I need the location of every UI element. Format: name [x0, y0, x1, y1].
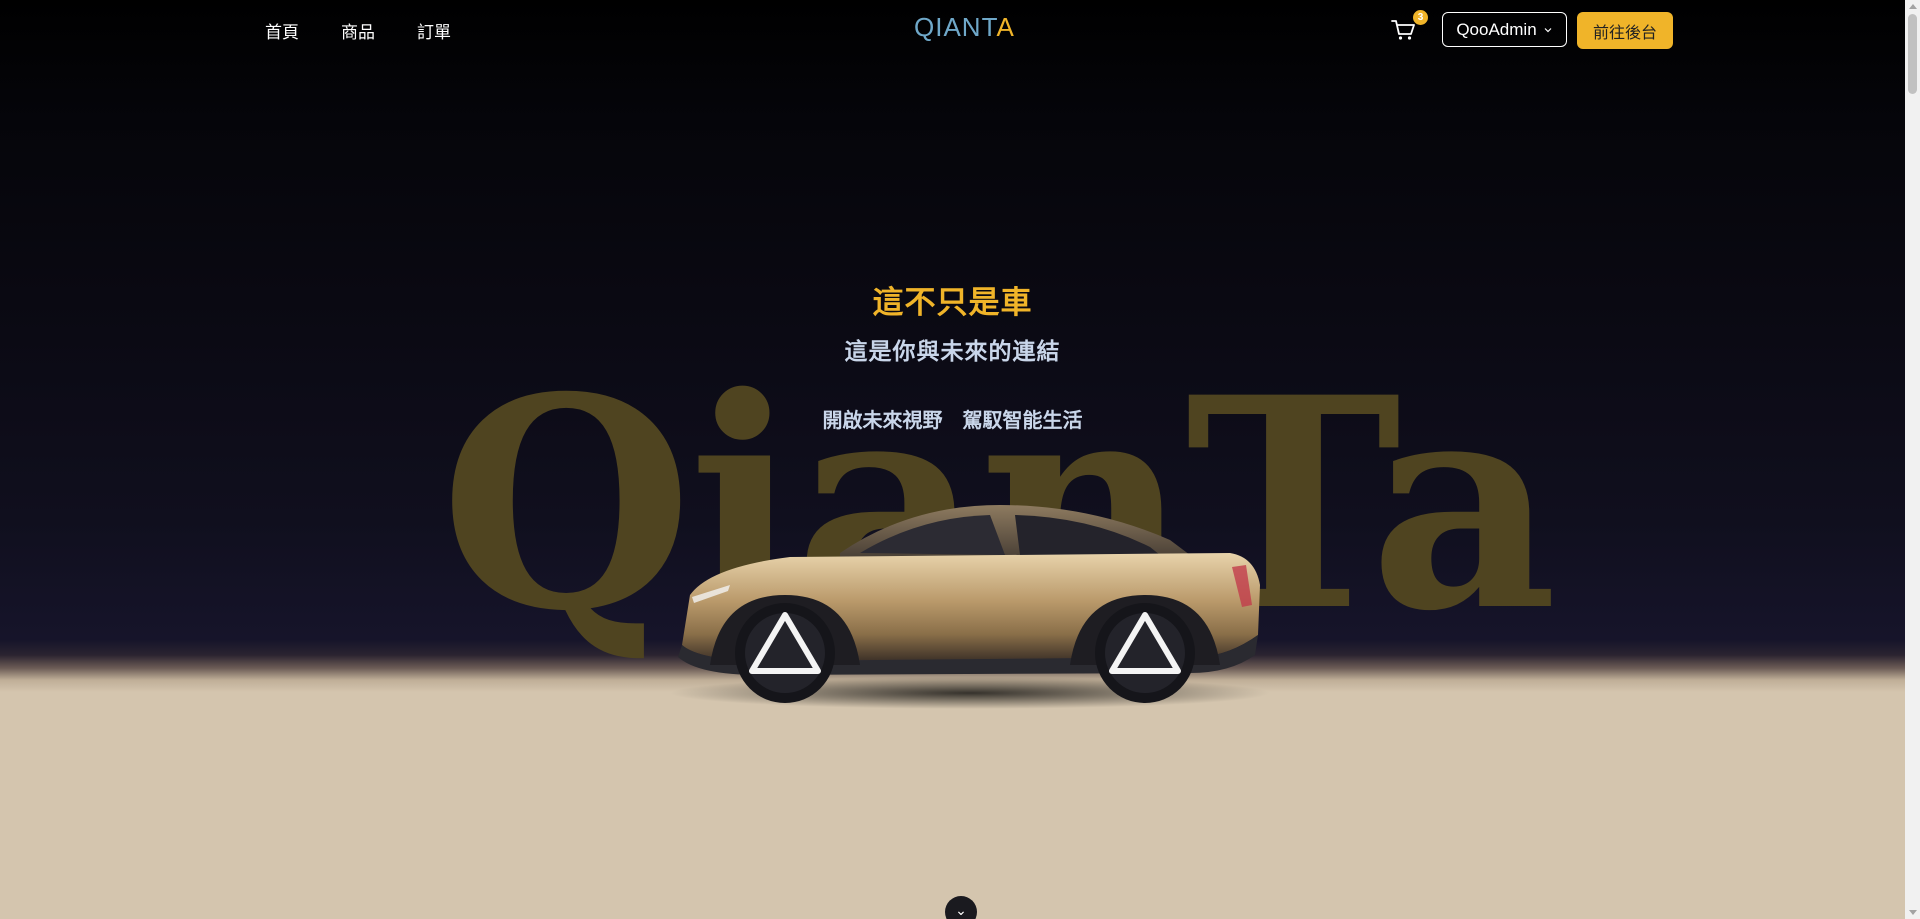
- scroll-down-button[interactable]: ⌄: [945, 896, 977, 919]
- hero-tagline: 開啟未來視野 駕馭智能生活: [822, 410, 1083, 432]
- page-scrollbar[interactable]: [1905, 0, 1920, 919]
- brand-logo-main: QIANT: [914, 12, 997, 42]
- chevron-down-icon: ⌄: [955, 902, 967, 918]
- brand-logo[interactable]: QIANTA: [914, 12, 1015, 43]
- nav-link-orders[interactable]: 訂單: [417, 18, 451, 43]
- hero-subheadline: 這是你與未來的連結: [844, 338, 1061, 364]
- nav-link-home[interactable]: 首頁: [265, 18, 299, 43]
- hero-section: QianTa 這不只是車 這是你與未來的連結 開啟未來視野 駕馭智能生活 首頁 …: [0, 0, 1905, 919]
- go-to-admin-button[interactable]: 前往後台: [1577, 12, 1673, 49]
- user-menu-label: QooAdmin: [1456, 19, 1537, 39]
- user-menu-dropdown[interactable]: QooAdmin: [1442, 12, 1567, 47]
- chevron-down-icon: [1544, 27, 1552, 32]
- hero-headline: 這不只是車: [872, 285, 1033, 320]
- brand-logo-accent: A: [996, 12, 1015, 42]
- navbar: 首頁 商品 訂單 QIANTA 3 QooAdmin 前往後台: [0, 0, 1905, 60]
- scroll-up-arrow-icon[interactable]: [1909, 4, 1917, 9]
- nav-link-products[interactable]: 商品: [341, 18, 375, 43]
- page: QianTa 這不只是車 這是你與未來的連結 開啟未來視野 駕馭智能生活 首頁 …: [0, 0, 1920, 919]
- car-image: [670, 505, 1270, 709]
- cart-count-badge: 3: [1413, 10, 1428, 25]
- scrollbar-thumb[interactable]: [1908, 14, 1917, 94]
- scroll-down-arrow-icon[interactable]: [1909, 910, 1917, 915]
